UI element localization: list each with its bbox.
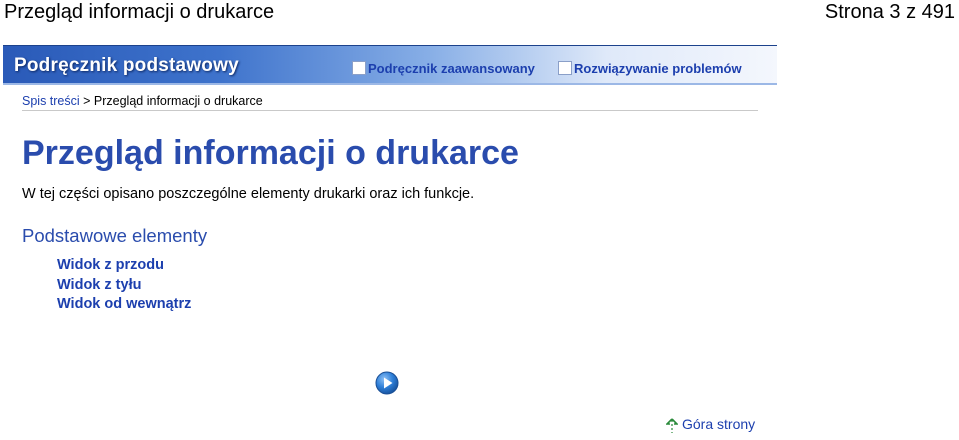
divider — [22, 110, 758, 111]
back-to-top-label: Góra strony — [682, 416, 756, 432]
square-bullet-icon — [558, 61, 572, 75]
page-title: Przegląd informacji o drukarce — [22, 134, 519, 172]
square-bullet-icon — [352, 61, 366, 75]
front-view-link[interactable]: Widok z przodu — [57, 257, 164, 273]
back-to-top-link[interactable]: Góra strony — [665, 416, 756, 434]
inside-view-link[interactable]: Widok od wewnątrz — [57, 296, 191, 312]
breadcrumb-separator: > — [79, 94, 94, 108]
rear-view-link[interactable]: Widok z tyłu — [57, 277, 141, 293]
manual-banner: Podręcznik podstawowy Podręcznik zaawans… — [3, 45, 777, 85]
document-title: Przegląd informacji o drukarce — [4, 1, 275, 23]
troubleshooting-label: Rozwiązywanie problemów — [574, 61, 742, 76]
breadcrumb-toc-link[interactable]: Spis treści — [22, 94, 80, 108]
breadcrumb: Spis treści > Przegląd informacji o druk… — [22, 93, 263, 109]
section-heading: Podstawowe elementy — [22, 225, 208, 246]
page-counter: Strona 3 z 491 — [824, 1, 955, 23]
list-item: Widok od wewnątrz — [57, 295, 191, 315]
up-arrow-icon — [665, 418, 679, 434]
next-page-arrow-icon[interactable] — [375, 371, 399, 395]
elements-list: Widok z przodu Widok z tyłu Widok od wew… — [57, 256, 191, 315]
breadcrumb-current: Przegląd informacji o drukarce — [93, 94, 263, 108]
troubleshooting-link[interactable]: Rozwiązywanie problemów — [558, 61, 742, 76]
list-item: Widok z przodu — [57, 256, 191, 276]
banner-title: Podręcznik podstawowy — [14, 55, 239, 76]
list-item: Widok z tyłu — [57, 276, 191, 296]
intro-text: W tej części opisano poszczególne elemen… — [22, 186, 475, 202]
advanced-guide-label: Podręcznik zaawansowany — [368, 61, 535, 76]
advanced-guide-link[interactable]: Podręcznik zaawansowany — [352, 61, 535, 76]
